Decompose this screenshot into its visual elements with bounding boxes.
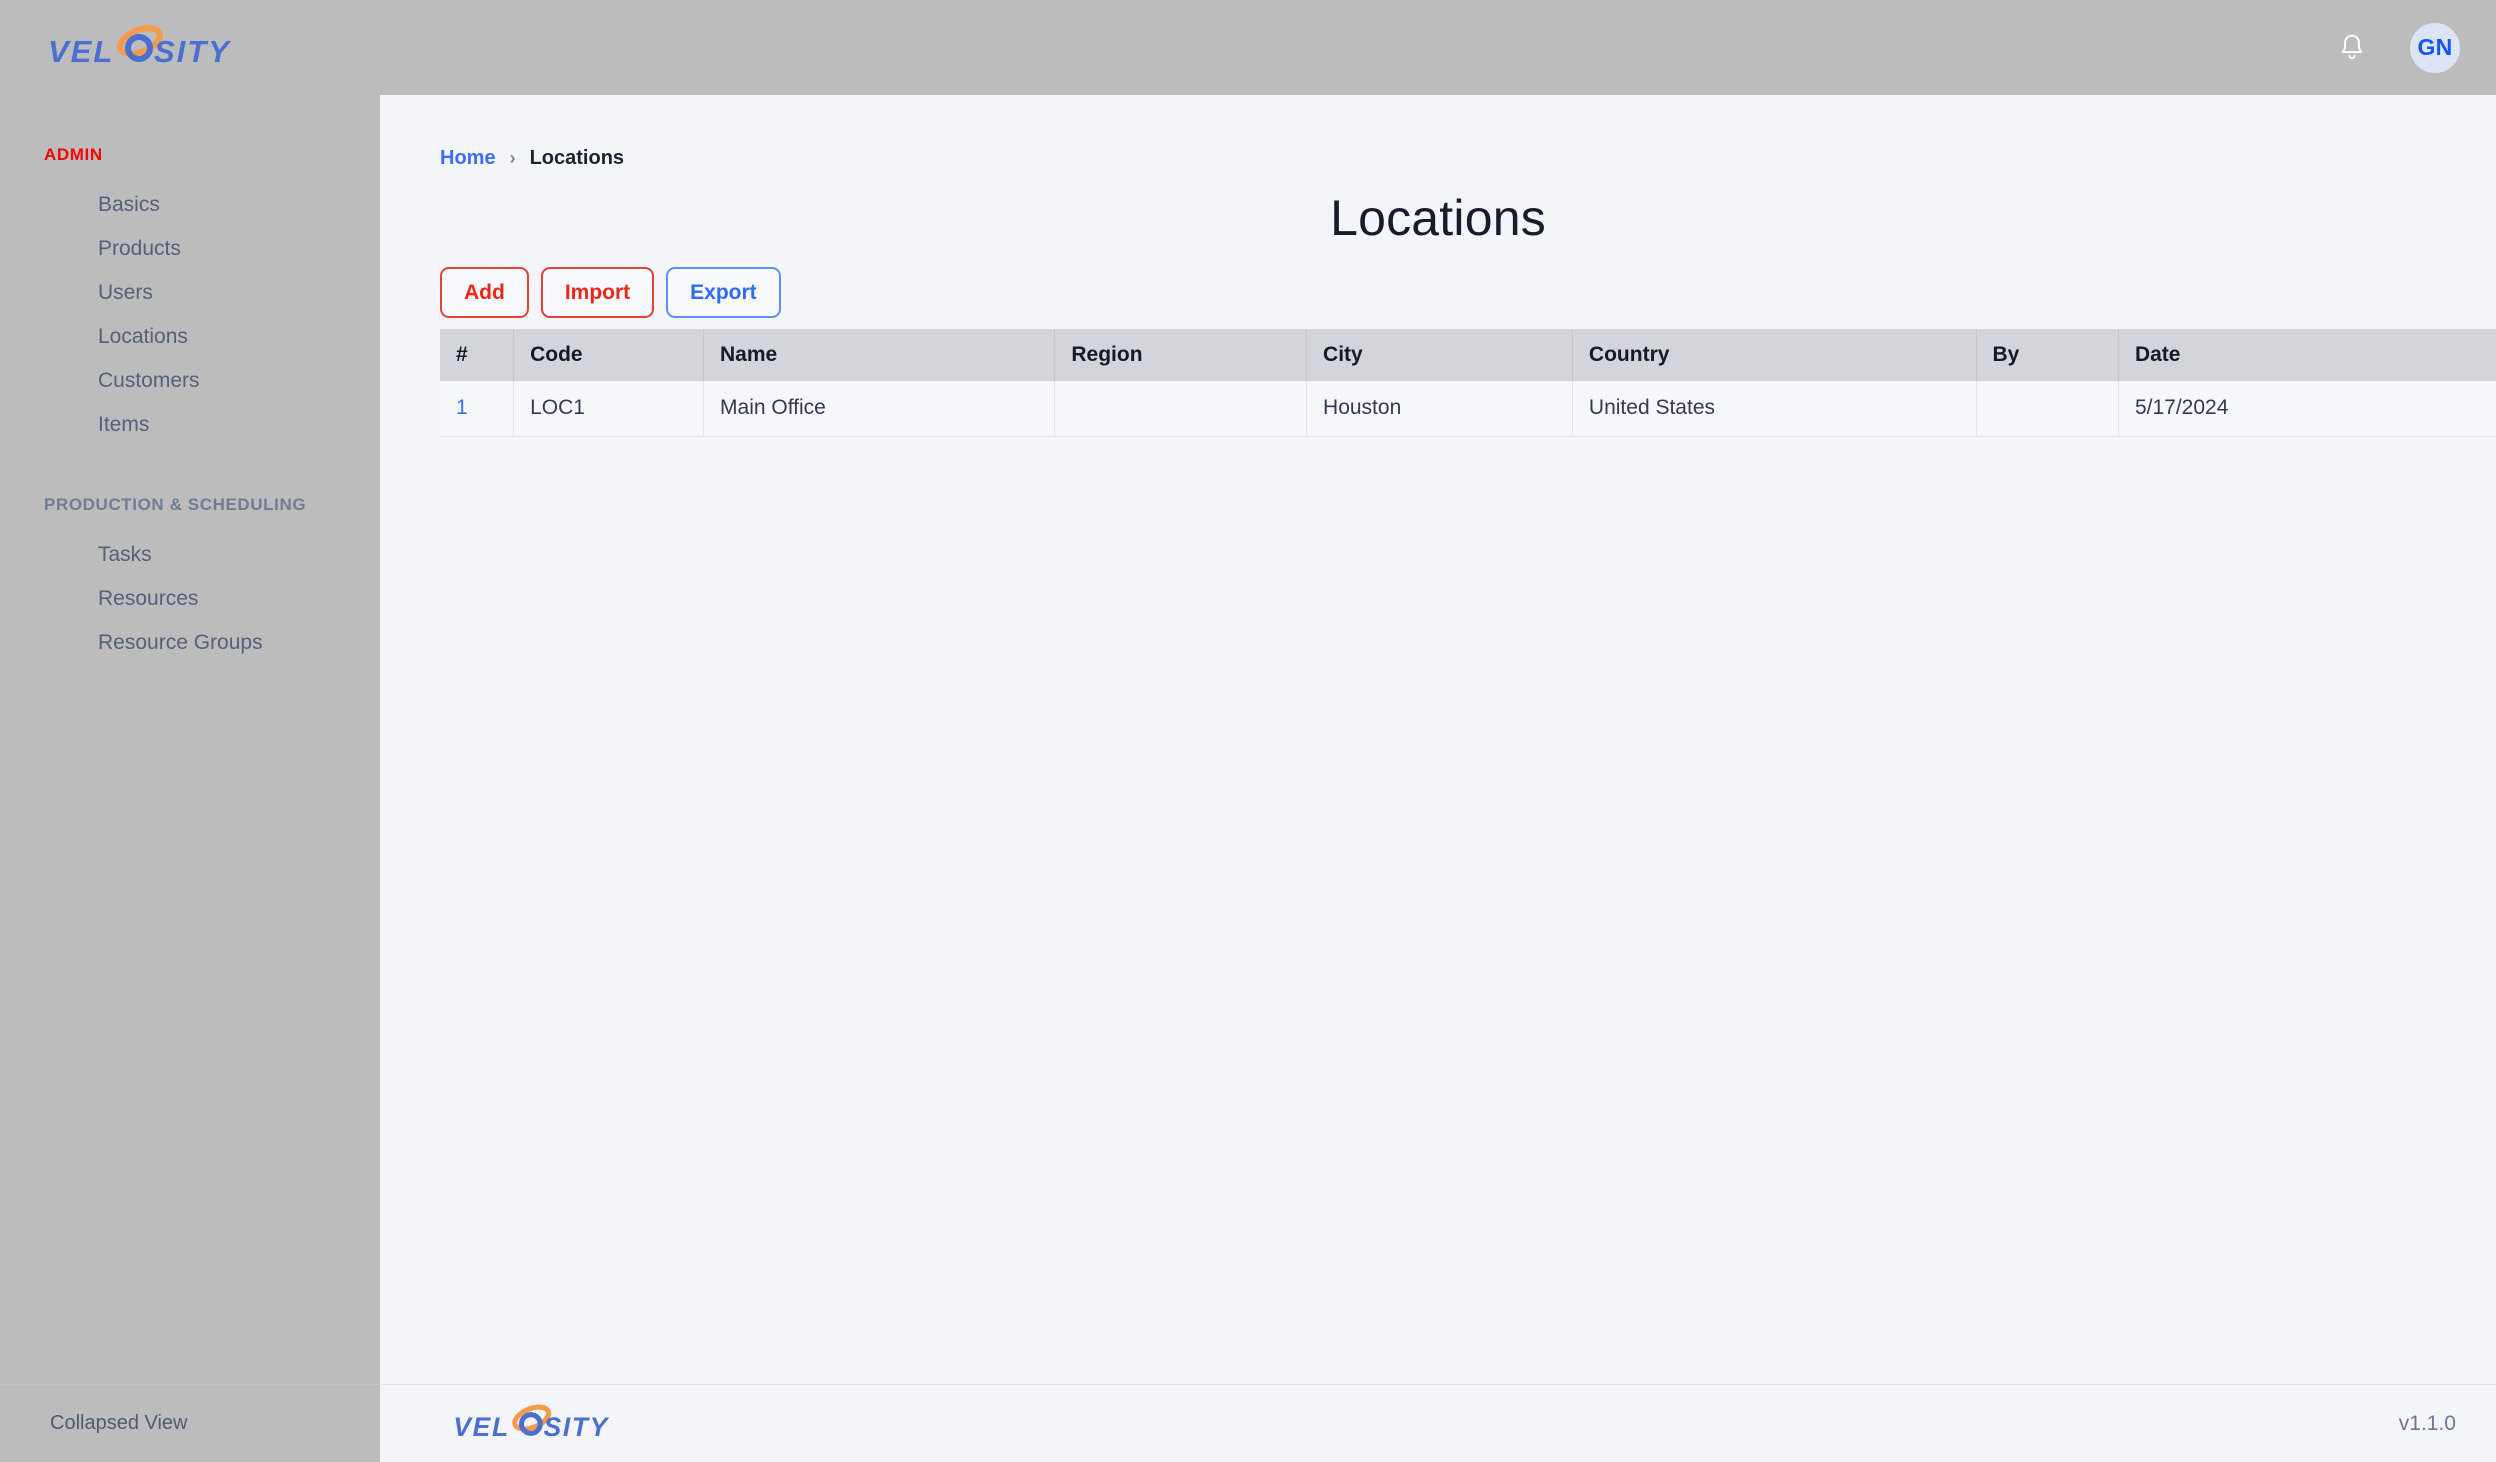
velosity-logo-footer-icon: VEL SITY [453, 1404, 610, 1441]
breadcrumb: Home › Locations [440, 147, 2436, 170]
collapsed-view-toggle[interactable]: Collapsed View [50, 1412, 188, 1435]
sidebar-item-users[interactable]: Users [0, 271, 380, 315]
sidebar-item-resources[interactable]: Resources [0, 577, 380, 621]
header-actions: GN [2330, 22, 2460, 73]
breadcrumb-current: Locations [529, 147, 625, 169]
app-root: VEL SITY GN ADMIN Basics Products Users [0, 0, 2496, 1462]
top-header: VEL SITY GN [0, 0, 2496, 95]
row-detail-link[interactable]: 1 [456, 396, 468, 419]
import-button[interactable]: Import [540, 266, 655, 318]
sidebar-item-products[interactable]: Products [0, 227, 380, 271]
cell-region [1054, 380, 1308, 437]
sidebar-item-basics[interactable]: Basics [0, 183, 380, 227]
column-header-code[interactable]: Code [513, 328, 705, 381]
toolbar: Add Import Export [440, 266, 2436, 318]
cell-name: Main Office [703, 380, 1056, 437]
notifications-button[interactable] [2330, 26, 2374, 70]
svg-text:VEL: VEL [453, 1411, 509, 1441]
velosity-logo-icon: VEL SITY [48, 24, 232, 69]
breadcrumb-home[interactable]: Home [440, 147, 496, 170]
main-footer: VEL SITY v1.1.0 [380, 1384, 2496, 1462]
sidebar-item-customers[interactable]: Customers [0, 359, 380, 403]
column-header-city[interactable]: City [1306, 328, 1573, 381]
sidebar-section-title-production: PRODUCTION & SCHEDULING [44, 495, 307, 514]
locations-table: # Code Name Region City Country By Date [440, 328, 2496, 437]
table-header-row: # Code Name Region City Country By Date [440, 328, 2496, 381]
user-avatar[interactable]: GN [2410, 22, 2460, 73]
add-button[interactable]: Add [440, 266, 529, 318]
sidebar-nav: ADMIN Basics Products Users Locations Cu… [0, 95, 380, 1384]
main-area: Home › Locations Locations Add Import Ex… [380, 95, 2496, 1462]
column-header-date[interactable]: Date [2118, 328, 2496, 381]
table-body: 1 LOC1 Main Office Houston United States… [440, 380, 2496, 437]
brand-logo[interactable]: VEL SITY [44, 22, 232, 74]
svg-text:SITY: SITY [544, 1411, 610, 1441]
sidebar-item-resource-groups[interactable]: Resource Groups [0, 621, 380, 665]
column-header-by[interactable]: By [1976, 328, 2119, 381]
cell-code: LOC1 [513, 380, 705, 437]
page-title: Locations [1330, 190, 1546, 246]
export-button[interactable]: Export [666, 266, 781, 318]
bell-icon [2341, 34, 2363, 59]
table-header: # Code Name Region City Country By Date [440, 328, 2496, 381]
table-row[interactable]: 1 LOC1 Main Office Houston United States… [440, 380, 2496, 437]
sidebar-item-tasks[interactable]: Tasks [0, 533, 380, 577]
column-header-country[interactable]: Country [1572, 328, 1977, 381]
main-content: Home › Locations Locations Add Import Ex… [380, 95, 2496, 1384]
sidebar-section-title-admin: ADMIN [44, 145, 103, 164]
sidebar-item-locations[interactable]: Locations [0, 315, 380, 359]
column-header-num[interactable]: # [440, 328, 515, 381]
body-row: ADMIN Basics Products Users Locations Cu… [0, 95, 2496, 1462]
svg-text:SITY: SITY [154, 34, 232, 69]
sidebar-item-items[interactable]: Items [0, 403, 380, 447]
cell-country: United States [1572, 380, 1977, 437]
column-header-name[interactable]: Name [703, 328, 1056, 381]
cell-num: 1 [440, 380, 515, 437]
chevron-right-icon: › [509, 148, 516, 168]
footer-brand-logo[interactable]: VEL SITY [450, 1401, 610, 1447]
sidebar-footer: Collapsed View [0, 1384, 380, 1462]
sidebar: ADMIN Basics Products Users Locations Cu… [0, 95, 380, 1462]
column-header-region[interactable]: Region [1054, 328, 1308, 381]
app-version: v1.1.0 [2398, 1411, 2456, 1435]
cell-city: Houston [1306, 380, 1573, 437]
svg-text:VEL: VEL [48, 34, 114, 69]
cell-date: 5/17/2024 [2118, 380, 2496, 437]
locations-table-wrapper: # Code Name Region City Country By Date [440, 328, 2496, 437]
cell-by [1976, 380, 2119, 437]
